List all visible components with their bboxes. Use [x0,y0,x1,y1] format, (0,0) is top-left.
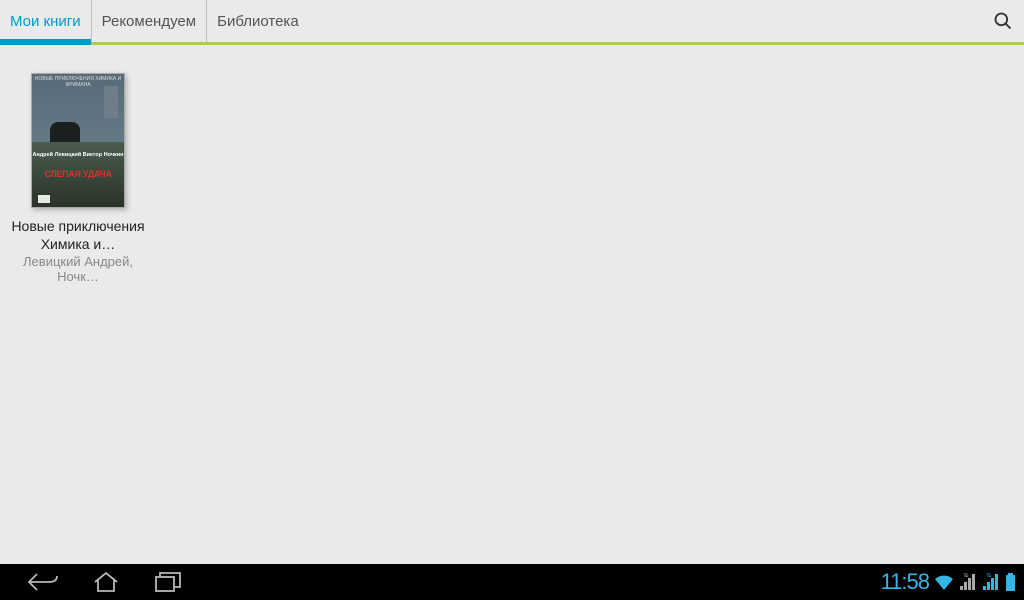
tab-label: Мои книги [10,13,81,30]
book-author: Левицкий Андрей, Ночк… [8,254,148,284]
battery-icon [1005,573,1016,591]
book-item[interactable]: НОВЫЕ ПРИКЛЮЧЕНИЯ ХИМИКА И ФРИМАНА Андре… [8,73,148,284]
tab-label: Рекомендуем [102,13,196,30]
book-cover: НОВЫЕ ПРИКЛЮЧЕНИЯ ХИМИКА И ФРИМАНА Андре… [31,73,125,208]
tabs-container: Мои книги Рекомендуем Библиотека [0,0,309,42]
back-icon [27,572,61,592]
wifi-icon [934,573,954,591]
tab-library[interactable]: Библиотека [207,0,309,42]
top-bar: Мои книги Рекомендуем Библиотека [0,0,1024,42]
tab-label: Библиотека [217,13,299,30]
nav-buttons [26,568,186,596]
home-icon [92,571,120,593]
signal-1-icon: ⇅ [959,573,977,591]
recent-apps-icon [154,571,182,593]
clock: 11:58 [881,569,929,595]
back-button[interactable] [26,568,62,596]
search-icon [993,11,1013,31]
navigation-bar: 11:58 ⇅ ⇅ [0,564,1024,600]
tab-my-books[interactable]: Мои книги [0,0,92,42]
svg-text:⇅: ⇅ [986,573,992,579]
cover-author-text: Андрей Левицкий Виктор Ночкин [32,152,124,158]
search-button[interactable] [982,0,1024,42]
content-area: НОВЫЕ ПРИКЛЮЧЕНИЯ ХИМИКА И ФРИМАНА Андре… [0,45,1024,564]
recent-apps-button[interactable] [150,568,186,596]
tab-divider [0,42,1024,45]
book-title: Новые приключения Химика и… [8,218,148,253]
signal-2-icon: ⇅ [982,573,1000,591]
cover-top-text: НОВЫЕ ПРИКЛЮЧЕНИЯ ХИМИКА И ФРИМАНА [32,77,124,88]
tab-recommended[interactable]: Рекомендуем [92,0,207,42]
cover-title-text: СЛЕПАЯ УДАЧА [32,169,124,179]
home-button[interactable] [88,568,124,596]
status-area[interactable]: 11:58 ⇅ ⇅ [881,569,1016,595]
svg-text:⇅: ⇅ [963,573,969,579]
